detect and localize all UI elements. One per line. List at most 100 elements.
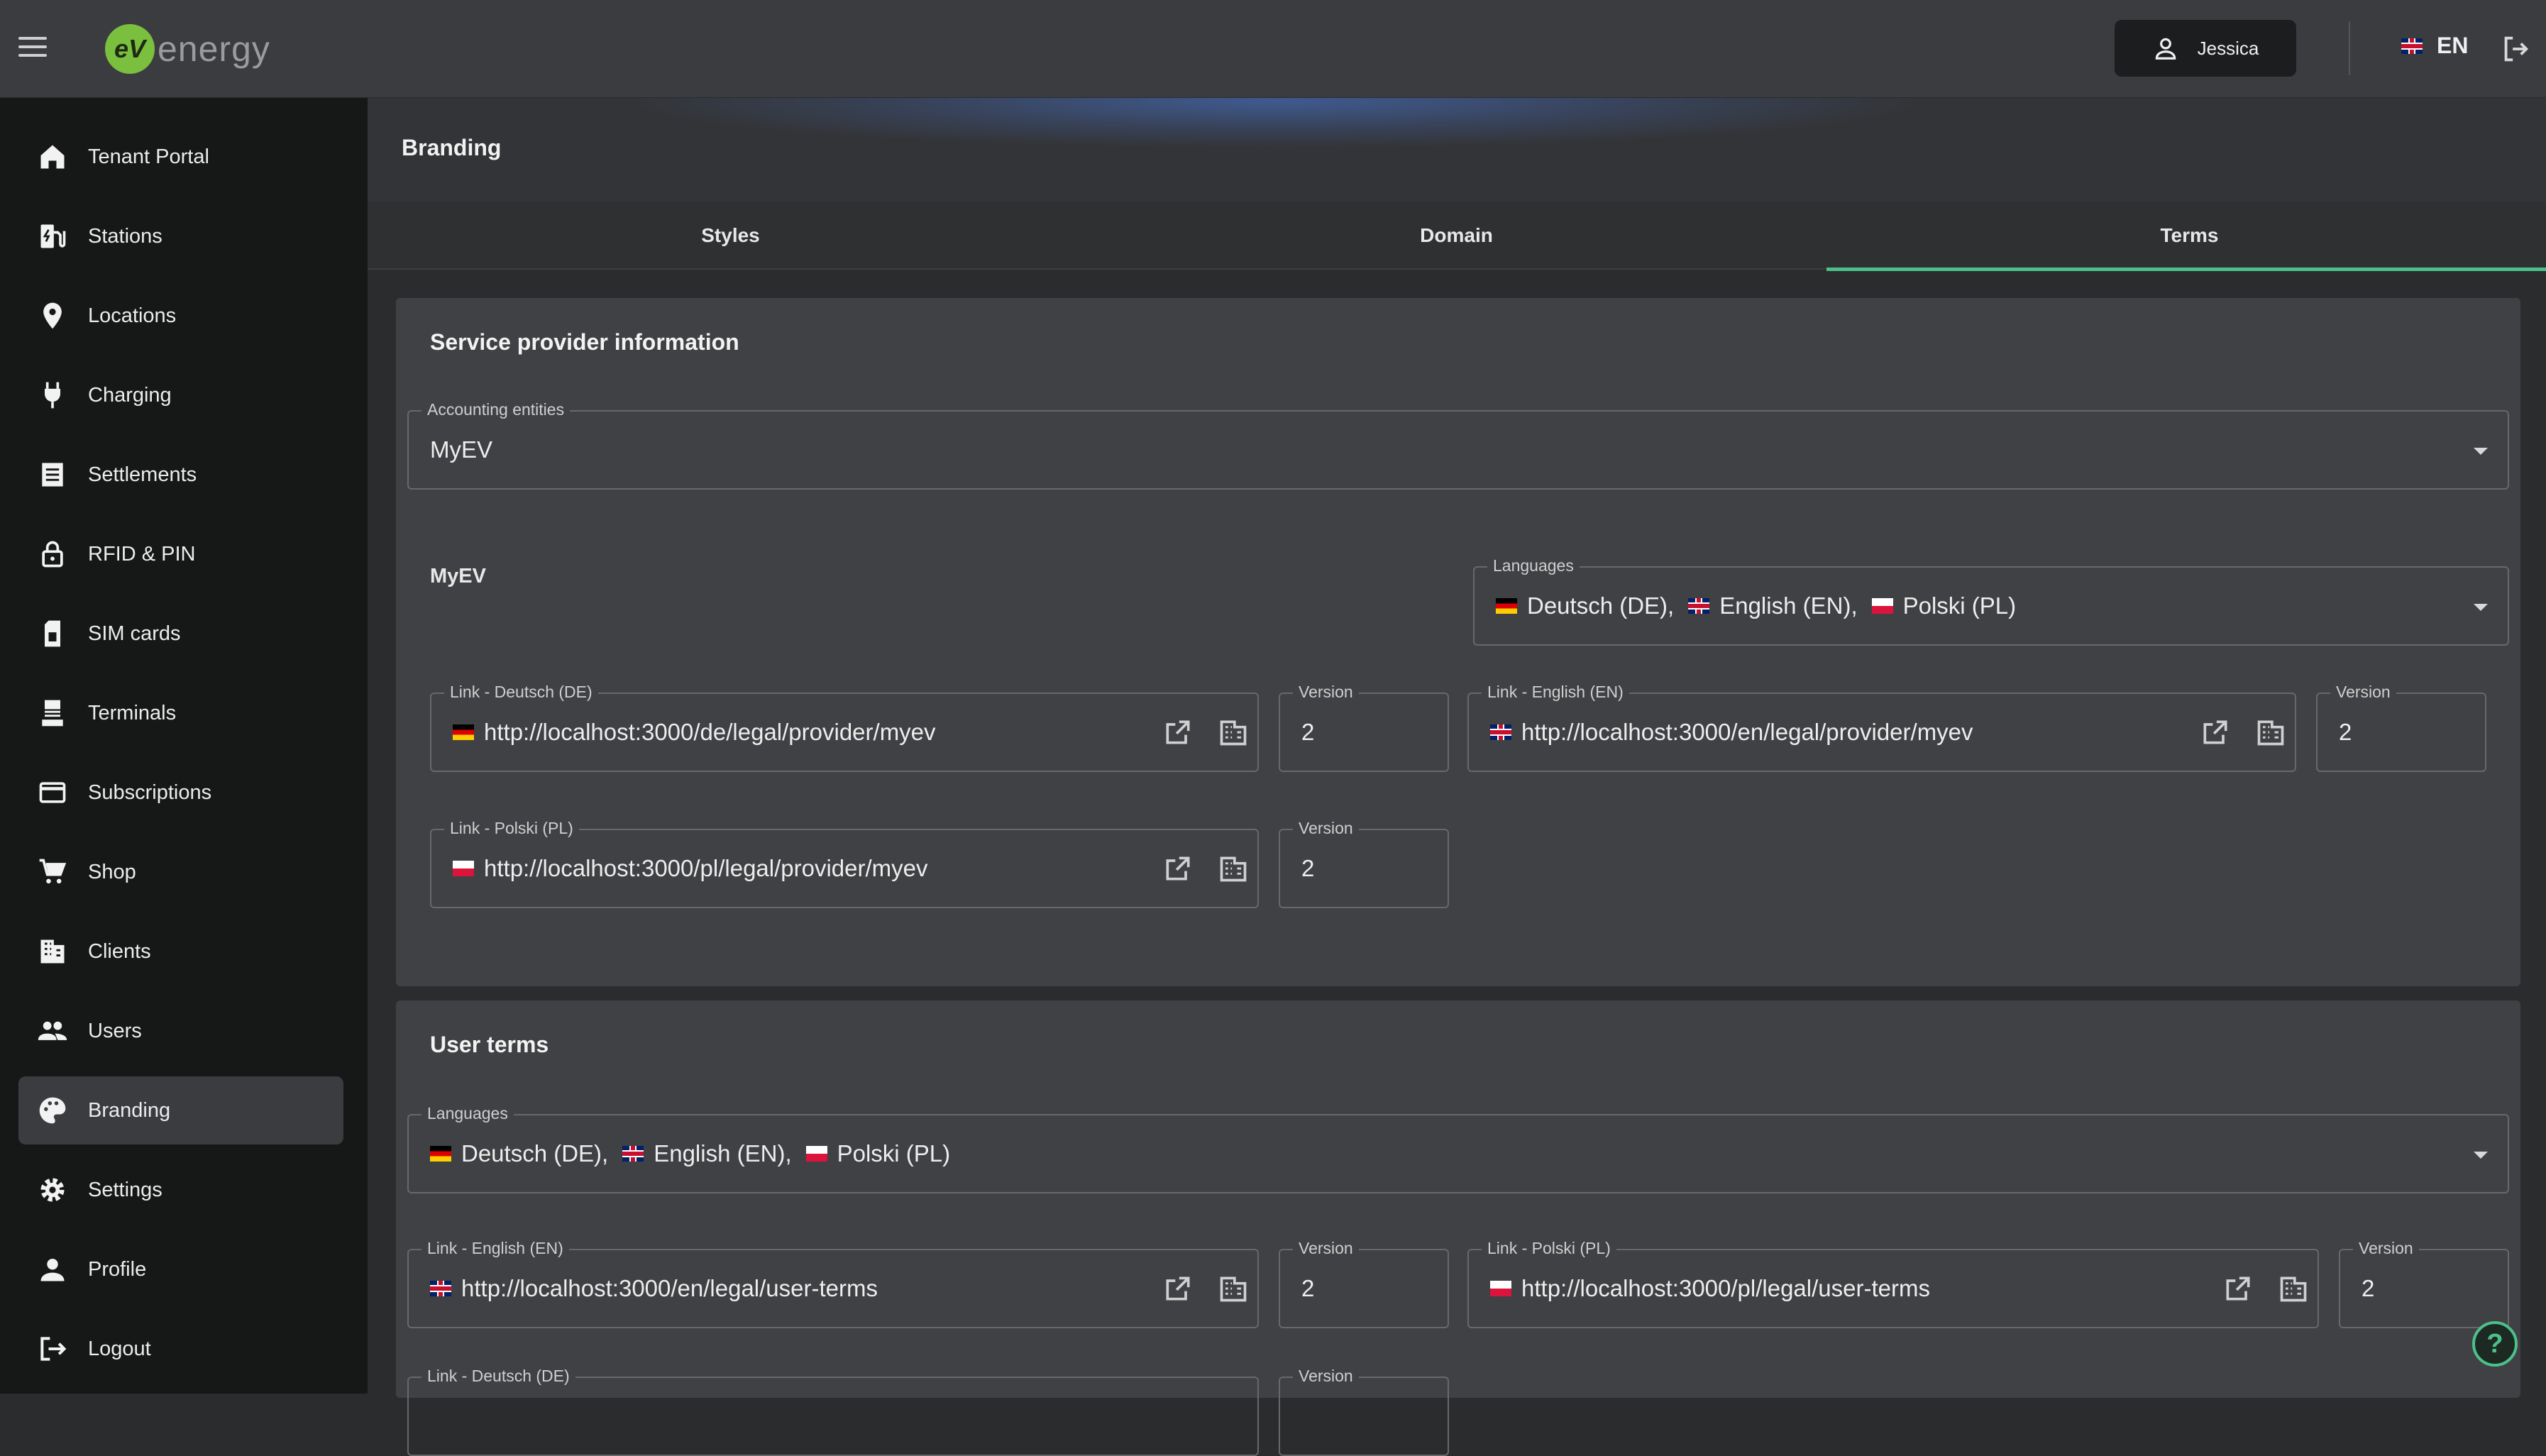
user-terms-languages-select[interactable]: Languages Deutsch (DE), English (EN), Po… <box>407 1104 2509 1193</box>
sidebar-item-sim-cards[interactable]: SIM cards <box>18 600 343 668</box>
open-in-new-icon[interactable] <box>2222 1273 2254 1304</box>
field-label: Languages <box>421 1104 514 1123</box>
field-label: Version <box>1293 819 1359 838</box>
sidebar-item-settings[interactable]: Settings <box>18 1156 343 1224</box>
help-button[interactable]: ? <box>2472 1321 2518 1367</box>
sidebar-item-shop[interactable]: Shop <box>18 838 343 906</box>
building-icon[interactable] <box>1218 717 1249 748</box>
sidebar-item-label: Stations <box>88 224 162 248</box>
logout-icon <box>35 1332 70 1366</box>
ev-station-icon <box>35 219 70 253</box>
sidebar-item-logout[interactable]: Logout <box>18 1315 343 1383</box>
user-menu-button[interactable]: Jessica <box>2115 20 2296 77</box>
field-label: Accounting entities <box>421 400 571 419</box>
field-value: MyEV <box>430 436 493 463</box>
field-value: Deutsch (DE), English (EN), Polski (PL) <box>430 1140 950 1167</box>
sim-card-icon <box>35 617 70 651</box>
sidebar-item-label: Charging <box>88 383 172 407</box>
sidebar-item-stations[interactable]: Stations <box>18 202 343 270</box>
field-value: http://localhost:3000/de/legal/provider/… <box>453 719 936 746</box>
dropdown-arrow-icon <box>2474 604 2488 611</box>
field-label: Link - English (EN) <box>421 1239 569 1258</box>
sidebar-item-charging[interactable]: Charging <box>18 361 343 429</box>
language-switcher[interactable]: EN <box>2401 33 2468 59</box>
card-title: Service provider information <box>430 329 739 355</box>
person-icon <box>35 1252 70 1286</box>
user-terms-version-de-field[interactable]: Version <box>1279 1367 1449 1456</box>
field-label: Link - Polski (PL) <box>444 819 579 838</box>
sidebar-item-subscriptions[interactable]: Subscriptions <box>18 759 343 827</box>
field-label: Languages <box>1487 556 1580 575</box>
sidebar-item-label: Settings <box>88 1178 162 1201</box>
sidebar-item-settlements[interactable]: Settlements <box>18 441 343 509</box>
version-pl-field[interactable]: Version 2 <box>1279 819 1449 908</box>
top-bar: eV energy Jessica EN <box>0 0 2546 98</box>
logo[interactable]: eV energy <box>105 24 270 74</box>
field-value: http://localhost:3000/en/legal/provider/… <box>1490 719 1973 746</box>
sidebar-item-label: Logout <box>88 1337 151 1360</box>
poland-flag-icon <box>805 1146 827 1162</box>
sidebar-item-label: SIM cards <box>88 622 181 645</box>
entity-name: MyEV <box>430 565 486 588</box>
sidebar: Tenant Portal Stations Locations Chargin… <box>0 98 368 1394</box>
building-icon[interactable] <box>2278 1273 2309 1304</box>
sidebar-item-label: Users <box>88 1019 142 1042</box>
sidebar-item-clients[interactable]: Clients <box>18 917 343 986</box>
logo-mark: eV <box>105 24 155 74</box>
field-label: Link - Deutsch (DE) <box>421 1367 575 1386</box>
uk-flag-icon <box>2401 38 2423 54</box>
field-label: Version <box>2353 1239 2419 1258</box>
sidebar-item-label: Subscriptions <box>88 781 212 804</box>
poland-flag-icon <box>1490 1281 1511 1296</box>
main-content: Branding Styles Domain Terms Service pro… <box>368 98 2546 1456</box>
open-in-new-icon[interactable] <box>1162 717 1194 748</box>
open-in-new-icon[interactable] <box>1162 853 1194 884</box>
link-de-field[interactable]: Link - Deutsch (DE) http://localhost:300… <box>430 683 1259 772</box>
sidebar-item-profile[interactable]: Profile <box>18 1235 343 1303</box>
version-de-field[interactable]: Version 2 <box>1279 683 1449 772</box>
user-terms-version-pl-field[interactable]: Version 2 <box>2339 1239 2509 1328</box>
page-title: Branding <box>402 135 502 160</box>
user-terms-version-en-field[interactable]: Version 2 <box>1279 1239 1449 1328</box>
sidebar-item-rfid-pin[interactable]: RFID & PIN <box>18 520 343 588</box>
credit-card-icon <box>35 776 70 810</box>
building-icon[interactable] <box>1218 853 1249 884</box>
page-header: Branding <box>368 98 2546 202</box>
sidebar-item-label: Settlements <box>88 463 197 486</box>
dropdown-arrow-icon <box>2474 448 2488 455</box>
open-in-new-icon[interactable] <box>1162 1273 1194 1304</box>
link-en-field[interactable]: Link - English (EN) http://localhost:300… <box>1467 683 2296 772</box>
germany-flag-icon <box>430 1146 451 1162</box>
uk-flag-icon <box>1688 598 1710 614</box>
tab-styles[interactable]: Styles <box>368 202 1093 270</box>
logout-icon[interactable] <box>2499 33 2532 65</box>
sidebar-item-locations[interactable]: Locations <box>18 282 343 350</box>
sidebar-item-branding[interactable]: Branding <box>18 1076 343 1145</box>
logo-word: energy <box>158 29 270 69</box>
user-terms-link-de-field[interactable]: Link - Deutsch (DE) <box>407 1367 1259 1456</box>
open-in-new-icon[interactable] <box>2200 717 2231 748</box>
field-label: Link - Deutsch (DE) <box>444 683 598 702</box>
menu-icon[interactable] <box>18 37 47 60</box>
user-terms-link-en-field[interactable]: Link - English (EN) http://localhost:300… <box>407 1239 1259 1328</box>
building-icon[interactable] <box>1218 1273 1249 1304</box>
building-icon[interactable] <box>2255 717 2286 748</box>
germany-flag-icon <box>1496 598 1517 614</box>
user-terms-link-pl-field[interactable]: Link - Polski (PL) http://localhost:3000… <box>1467 1239 2319 1328</box>
sidebar-item-tenant-portal[interactable]: Tenant Portal <box>18 123 343 191</box>
accounting-entities-select[interactable]: Accounting entities MyEV <box>407 400 2509 490</box>
language-code: EN <box>2437 33 2469 58</box>
link-pl-field[interactable]: Link - Polski (PL) http://localhost:3000… <box>430 819 1259 908</box>
sidebar-item-terminals[interactable]: Terminals <box>18 679 343 747</box>
uk-flag-icon <box>622 1146 644 1162</box>
sidebar-item-users[interactable]: Users <box>18 997 343 1065</box>
version-en-field[interactable]: Version 2 <box>2316 683 2486 772</box>
cart-icon <box>35 855 70 889</box>
tab-domain[interactable]: Domain <box>1093 202 1819 270</box>
tab-terms[interactable]: Terms <box>1826 202 2546 271</box>
uk-flag-icon <box>1490 724 1511 740</box>
provider-languages-select[interactable]: Languages Deutsch (DE), English (EN), Po… <box>1473 556 2509 646</box>
uk-flag-icon <box>430 1281 451 1296</box>
field-value: 2 <box>2362 1275 2375 1301</box>
field-label: Link - English (EN) <box>1482 683 1629 702</box>
